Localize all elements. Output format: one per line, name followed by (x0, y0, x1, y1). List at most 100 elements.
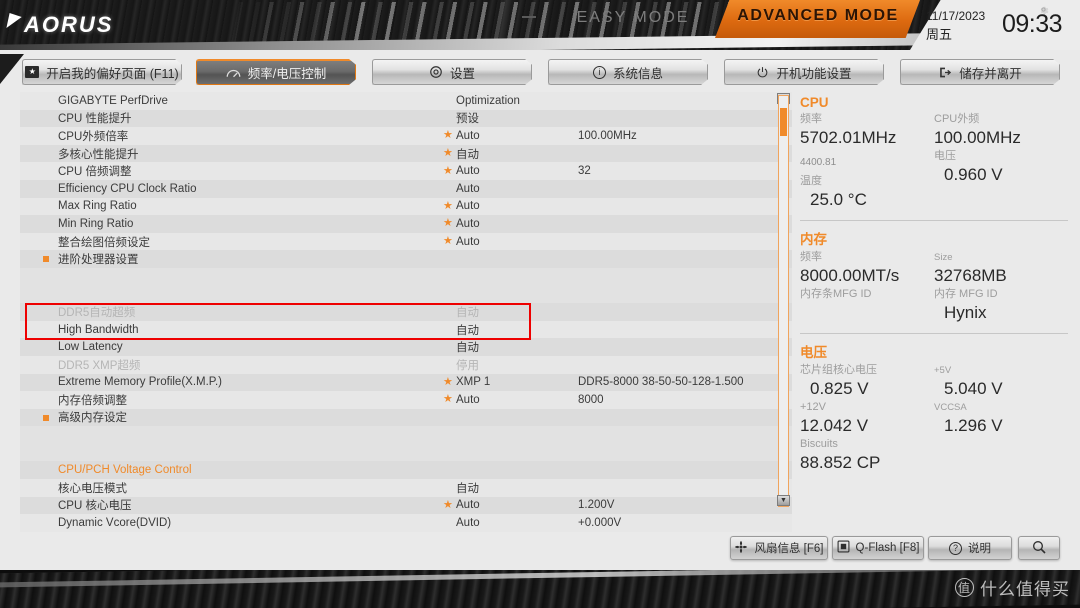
settings-row-detail: 1.200V (578, 499, 615, 512)
settings-row[interactable]: 多核心性能提升 ★ 自动 (20, 144, 792, 163)
settings-row[interactable]: CPU/PCH Voltage Control (20, 461, 792, 480)
settings-row-value[interactable]: Auto (456, 130, 480, 142)
search-button[interactable] (1018, 536, 1060, 560)
qflash-button[interactable]: Q-Flash [F8] (832, 536, 924, 560)
favorite-star-icon[interactable]: ★ (443, 148, 453, 159)
fan-info-button[interactable]: 风扇信息 [F6] (730, 536, 828, 560)
settings-row[interactable]: CPU外频倍率 ★ Auto 100.00MHz (20, 127, 792, 145)
settings-row-label: Efficiency CPU Clock Ratio (58, 182, 197, 195)
header-date: 11/17/2023 (926, 9, 986, 23)
settings-row-value[interactable]: Auto (456, 183, 480, 195)
settings-row-value[interactable]: 预设 (456, 110, 479, 126)
settings-row-label: Low Latency (58, 341, 123, 354)
settings-row-value[interactable]: Auto (456, 200, 480, 212)
settings-row[interactable]: 高级内存设定 (20, 408, 792, 427)
settings-row[interactable]: High Bandwidth 自动 (20, 320, 792, 339)
help-button[interactable]: ? 说明 (928, 536, 1012, 560)
settings-row[interactable] (20, 267, 792, 286)
settings-row[interactable]: DDR5自动超频 自动 (20, 303, 792, 321)
tab-boot[interactable]: 开机功能设置 (724, 59, 884, 85)
settings-row[interactable]: CPU 性能提升 预设 (20, 109, 792, 128)
settings-row-label: CPU 倍频调整 (58, 166, 132, 179)
bottom-toolbar: 风扇信息 [F6] Q-Flash [F8] ? 说明 (0, 530, 1080, 570)
settings-row-label: 整合绘图倍频设定 (58, 236, 150, 249)
settings-row-label: CPU外频倍率 (58, 130, 129, 143)
hardware-info-panel: CPU 频率 5702.01MHz 4400.81 温度 25.0 °C CPU… (800, 95, 1068, 507)
settings-row-label: CPU/PCH Voltage Control (58, 464, 192, 477)
tab-favorites[interactable]: ★ 开启我的偏好页面 (F11) (22, 59, 182, 85)
settings-row-value[interactable]: 自动 (456, 339, 479, 355)
favorite-star-icon[interactable]: ★ (443, 499, 453, 511)
vccore-label: 芯片组核心电压 (800, 364, 877, 376)
settings-row[interactable]: Low Latency 自动 (20, 338, 792, 356)
settings-row-value[interactable]: Auto (456, 236, 480, 248)
favorite-star-icon[interactable]: ★ (443, 130, 453, 141)
settings-row-value[interactable]: Auto (456, 218, 480, 230)
tab-easy-mode[interactable]: EASY MODE (533, 5, 733, 31)
settings-row[interactable]: DDR5 XMP超频 停用 (20, 355, 792, 374)
cpu-voltage-value: 0.960 V (944, 165, 1003, 184)
memory-size-label: Size (934, 252, 953, 263)
tab-settings[interactable]: 设置 (372, 59, 532, 85)
favorite-star-icon[interactable]: ★ (443, 376, 453, 388)
favorite-star-icon[interactable]: ★ (443, 394, 453, 405)
settings-row-value[interactable]: XMP 1 (456, 376, 490, 388)
settings-row[interactable] (20, 426, 792, 444)
settings-row-value[interactable]: 自动 (456, 146, 479, 162)
favorite-star-icon[interactable]: ★ (443, 236, 453, 247)
settings-list[interactable]: GIGABYTE PerfDrive Optimization CPU 性能提升 预设… (20, 92, 792, 532)
biscuits-value: 88.852 CP (800, 453, 881, 472)
scrollbar-track[interactable] (778, 95, 789, 507)
nav-corner-decor (0, 54, 24, 84)
settings-row[interactable] (20, 285, 792, 304)
settings-row-value[interactable]: 自动 (456, 480, 479, 496)
settings-row[interactable]: GIGABYTE PerfDrive Optimization (20, 92, 792, 110)
settings-row[interactable]: 整合绘图倍频设定 ★ Auto (20, 232, 792, 251)
settings-row-value[interactable]: 停用 (456, 357, 479, 373)
settings-row-value[interactable]: 自动 (456, 304, 479, 320)
settings-row[interactable]: Min Ring Ratio ★ Auto (20, 215, 792, 233)
settings-row-label: DDR5 XMP超频 (58, 359, 141, 372)
settings-row[interactable]: CPU 核心电压 ★ Auto 1.200V (20, 496, 792, 515)
settings-row[interactable]: 内存倍频调整 ★ Auto 8000 (20, 391, 792, 409)
settings-row-detail: 100.00MHz (578, 129, 637, 142)
watermark: 值 什么值得买 (955, 575, 1070, 600)
tab-advanced-mode[interactable]: ADVANCED MODE (728, 7, 908, 25)
settings-row-value[interactable]: Auto (456, 165, 480, 177)
settings-row[interactable]: 核心电压模式 自动 (20, 479, 792, 497)
help-label: 说明 (968, 543, 991, 555)
settings-row[interactable]: CPU 倍频调整 ★ Auto 32 (20, 162, 792, 180)
favorite-star-icon[interactable]: ★ (443, 165, 453, 177)
tab-frequency-voltage[interactable]: 频率/电压控制 (196, 59, 356, 85)
tab-system-info[interactable]: i 系统信息 (548, 59, 708, 85)
gauge-icon (226, 67, 241, 79)
settings-row[interactable]: Max Ring Ratio ★ Auto (20, 197, 792, 216)
settings-row-value[interactable]: Auto (456, 394, 480, 406)
favorite-star-icon[interactable]: ★ (443, 218, 453, 229)
settings-row-value[interactable]: Optimization (456, 95, 520, 107)
question-icon: ? (949, 541, 962, 555)
settings-row[interactable]: Efficiency CPU Clock Ratio Auto (20, 179, 792, 198)
settings-row-value[interactable]: Auto (456, 517, 480, 529)
search-icon (1031, 539, 1047, 558)
tab-boot-label: 开机功能设置 (776, 66, 852, 81)
settings-row-label: Max Ring Ratio (58, 200, 137, 213)
scroll-down-arrow[interactable]: ▼ (777, 495, 790, 506)
scrollbar-thumb[interactable] (780, 108, 787, 136)
divider (800, 220, 1068, 221)
bios-screen: AORUS EASY MODE ADVANCED MODE 11/17/2023… (0, 0, 1080, 608)
cpu-temp-label: 温度 (800, 175, 822, 187)
settings-row-label: 进阶处理器设置 (58, 254, 139, 267)
settings-row[interactable] (20, 443, 792, 462)
settings-row-value[interactable]: Auto (456, 499, 480, 511)
top-header-bar: AORUS EASY MODE ADVANCED MODE 11/17/2023… (0, 0, 1080, 50)
memory-freq-label: 频率 (800, 251, 822, 263)
qflash-label: Q-Flash [F8] (855, 542, 920, 554)
settings-row[interactable]: 进阶处理器设置 (20, 250, 792, 268)
favorite-star-icon[interactable]: ★ (443, 200, 453, 212)
tab-save-exit[interactable]: 储存并离开 (900, 59, 1060, 85)
p5v-value: 5.040 V (944, 379, 1003, 398)
settings-row-value[interactable]: 自动 (456, 322, 479, 338)
settings-row[interactable]: Extreme Memory Profile(X.M.P.) ★ XMP 1 DDR5… (20, 373, 792, 392)
settings-row-detail: DDR5-8000 38-50-50-128-1.500 (578, 376, 744, 389)
